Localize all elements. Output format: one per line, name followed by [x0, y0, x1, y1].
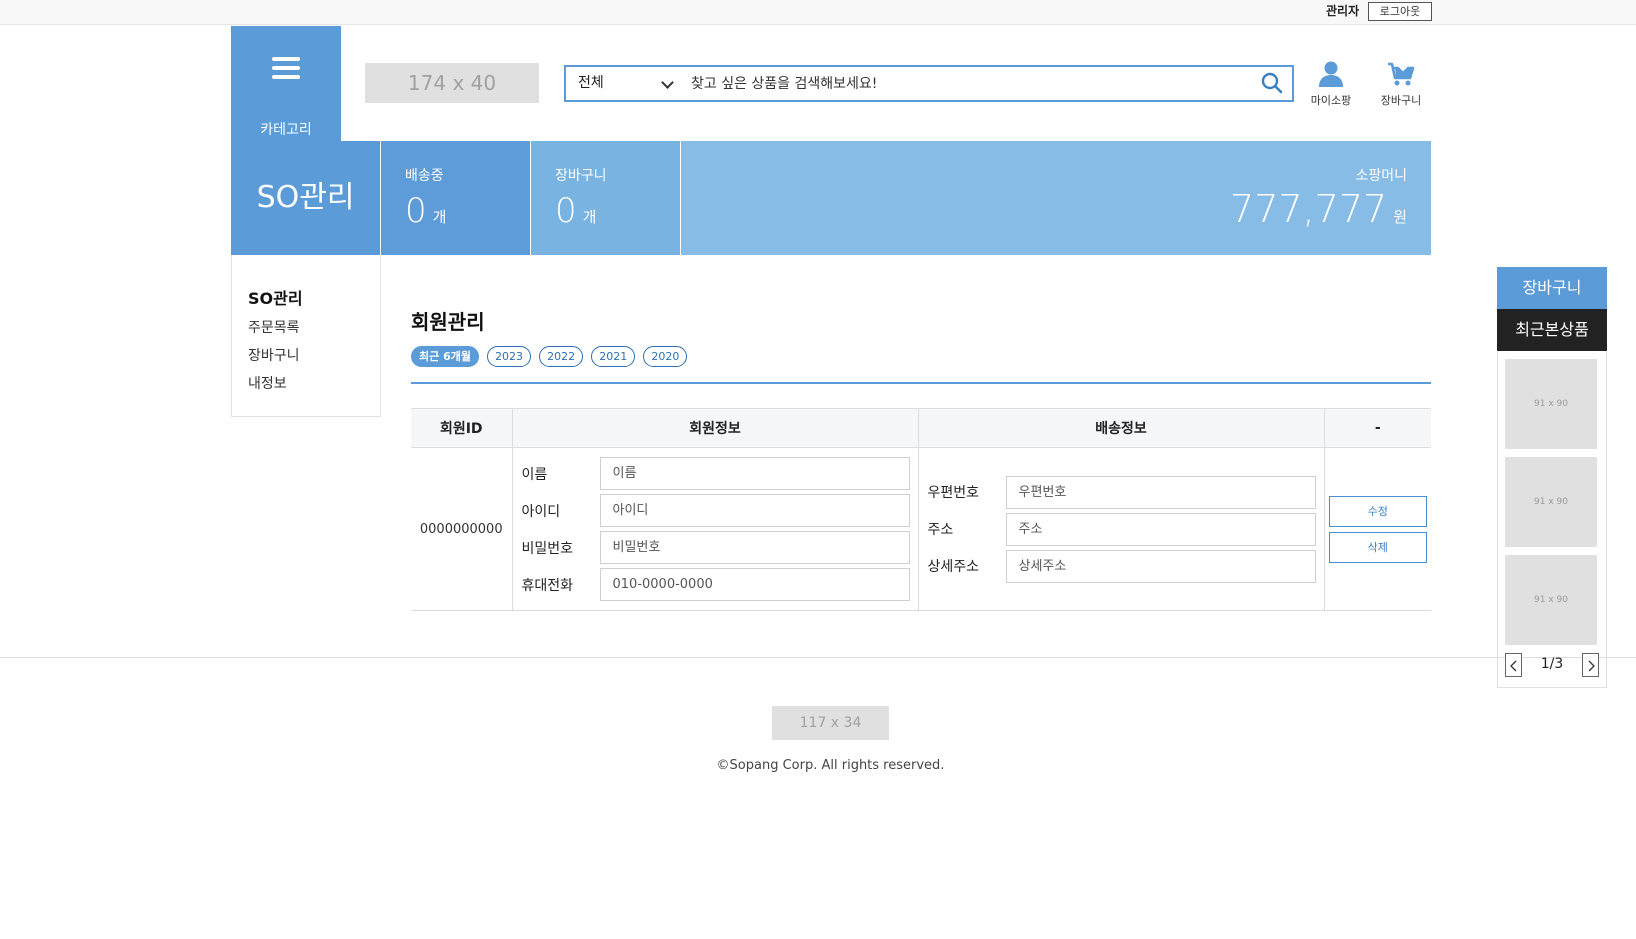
side-nav-item-myinfo[interactable]: 내정보: [248, 373, 364, 393]
shipping-count: 0: [405, 191, 427, 231]
money-caption: 소팡머니: [1355, 168, 1407, 184]
recent-product-thumb[interactable]: 91 x 90: [1505, 555, 1597, 645]
quick-panel: 장바구니 최근본상품 91 x 90 91 x 90 91 x 90 1/3: [1497, 267, 1607, 688]
member-id-cell: 0000000000: [411, 447, 512, 611]
cart-icon: [1388, 62, 1415, 86]
userid-field[interactable]: [599, 494, 910, 527]
user-icon: [1319, 61, 1343, 87]
field-row-userid: 아이디: [513, 492, 918, 529]
field-row-zipcode: 우편번호: [919, 474, 1324, 511]
recent-products-list: 91 x 90 91 x 90 91 x 90 1/3: [1497, 351, 1607, 688]
detail-address-label: 상세주소: [927, 559, 980, 575]
divider: [411, 382, 1431, 384]
copyright-text: ©Sopang Corp. All rights reserved.: [716, 758, 945, 773]
detail-address-field[interactable]: [1005, 549, 1316, 583]
cart-unit: 개: [582, 208, 597, 226]
recent-product-thumb[interactable]: 91 x 90: [1505, 457, 1597, 547]
recent-products-heading: 최근본상품: [1497, 309, 1607, 351]
recent-pager: 1/3: [1505, 653, 1599, 679]
period-2023[interactable]: 2023: [487, 346, 532, 367]
admin-label: 관리자: [1326, 4, 1360, 18]
period-2021[interactable]: 2021: [591, 346, 636, 367]
search-icon: [1261, 72, 1283, 94]
cart-label: 장바구니: [1380, 94, 1422, 107]
field-row-name: 이름: [513, 455, 918, 492]
period-2022[interactable]: 2022: [539, 346, 584, 367]
logout-button[interactable]: 로그아웃: [1368, 2, 1432, 21]
member-info-cell: 이름 아이디 비밀번호 휴대전화: [511, 447, 918, 611]
field-row-password: 비밀번호: [513, 529, 918, 566]
summary-bar: SO관리 배송중 0개 장바구니 0개 소팡머니 777,777 원: [231, 141, 1431, 255]
actions-cell: 수정 삭제: [1323, 447, 1431, 611]
phone-label: 휴대전화: [521, 577, 574, 594]
hamburger-icon: [272, 57, 300, 79]
header-actions: -: [1323, 408, 1431, 448]
chevron-right-icon: [1588, 660, 1595, 672]
footer-divider: [0, 657, 1636, 658]
shipping-info-cell: 우편번호 주소 상세주소: [917, 447, 1324, 611]
header-member-id: 회원ID: [411, 408, 512, 448]
search-category-select[interactable]: 전체: [566, 67, 686, 100]
next-page-button[interactable]: [1582, 653, 1599, 677]
zipcode-field[interactable]: [1005, 475, 1316, 509]
top-utility-bar: 관리자 로그아웃: [0, 0, 1636, 25]
category-label: 카테고리: [260, 122, 312, 138]
money-summary: 소팡머니 777,777 원: [681, 141, 1431, 255]
field-row-address: 주소: [919, 511, 1324, 548]
delete-button[interactable]: 삭제: [1328, 531, 1427, 563]
chevron-down-icon: [661, 76, 674, 89]
search-input[interactable]: [691, 67, 1251, 100]
member-table: 회원ID 회원정보 배송정보 - 0000000000 이름 아이디 비밀번호 …: [411, 408, 1431, 611]
shipping-summary[interactable]: 배송중 0개: [381, 141, 530, 255]
period-recent-6-months[interactable]: 최근 6개월: [411, 346, 479, 367]
footer-logo: 117 x 34: [772, 706, 889, 740]
period-2020[interactable]: 2020: [643, 346, 688, 367]
mypage-label: 마이소팡: [1310, 94, 1352, 107]
table-row: 0000000000 이름 아이디 비밀번호 휴대전화 우편번호 주소 상세주소…: [411, 447, 1431, 611]
money-amount: 777,777: [1230, 187, 1388, 231]
cart-caption: 장바구니: [555, 168, 607, 184]
cart-count: 0: [555, 191, 577, 231]
quick-cart-button[interactable]: 장바구니: [1497, 267, 1607, 309]
site-logo[interactable]: 174 x 40: [365, 63, 539, 103]
header-shipping-info: 배송정보: [917, 408, 1324, 448]
shipping-unit: 개: [432, 208, 447, 226]
field-row-detail-address: 상세주소: [919, 548, 1324, 585]
shipping-caption: 배송중: [405, 168, 444, 184]
cart-summary[interactable]: 장바구니 0개: [531, 141, 680, 255]
category-menu-button[interactable]: 카테고리: [231, 26, 341, 141]
field-row-phone: 휴대전화: [513, 566, 918, 603]
side-nav-item-cart[interactable]: 장바구니: [248, 345, 364, 365]
password-label: 비밀번호: [521, 540, 574, 557]
table-header-row: 회원ID 회원정보 배송정보 -: [411, 408, 1431, 448]
side-nav-heading: SO관리: [248, 289, 303, 308]
period-filter: 최근 6개월 2023 2022 2021 2020: [411, 345, 690, 367]
money-unit: 원: [1393, 208, 1407, 226]
page-title: 회원관리: [411, 310, 485, 334]
name-label: 이름: [521, 466, 548, 483]
address-field[interactable]: [1005, 512, 1316, 546]
userid-label: 아이디: [521, 503, 561, 520]
name-field[interactable]: [599, 457, 910, 490]
cart-link[interactable]: 장바구니: [1371, 60, 1431, 108]
search-bar: 전체: [564, 65, 1294, 102]
side-nav: SO관리 주문목록 장바구니 내정보: [231, 255, 381, 417]
search-category-value: 전체: [578, 75, 604, 91]
search-button[interactable]: [1260, 71, 1286, 97]
address-label: 주소: [927, 522, 954, 538]
phone-field[interactable]: [599, 568, 910, 601]
zipcode-label: 우편번호: [927, 485, 980, 501]
mypage-link[interactable]: 마이소팡: [1301, 60, 1361, 108]
edit-button[interactable]: 수정: [1328, 495, 1427, 527]
recent-product-thumb[interactable]: 91 x 90: [1505, 359, 1597, 449]
header-member-info: 회원정보: [511, 408, 918, 448]
side-nav-item-orders[interactable]: 주문목록: [248, 317, 364, 337]
password-field[interactable]: [599, 531, 910, 564]
summary-title: SO관리: [231, 141, 380, 255]
